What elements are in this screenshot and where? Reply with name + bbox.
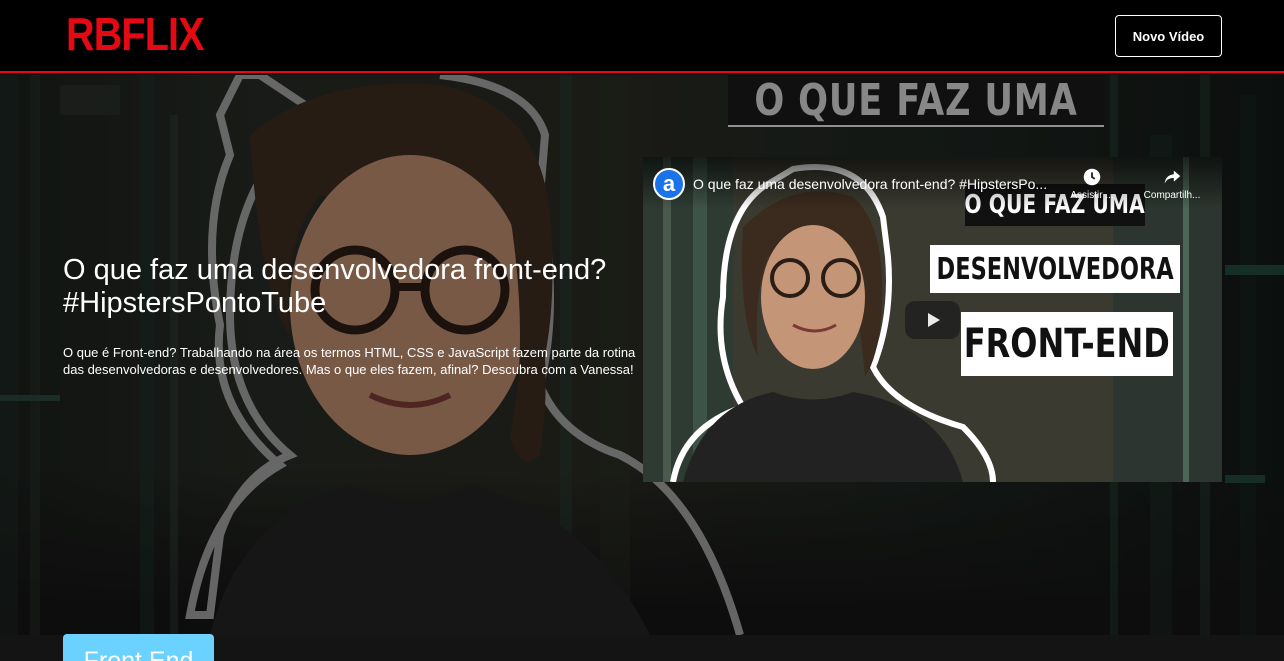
clock-icon <box>1083 168 1101 186</box>
top-navigation: RBFLIX Novo Vídeo <box>0 0 1284 73</box>
video-caption-3-text: FRONT-END <box>963 321 1171 367</box>
watch-later-label: Assistir ... <box>1070 190 1114 201</box>
rbflix-logo[interactable]: RBFLIX <box>66 8 205 60</box>
hero-description: O que é Front-end? Trabalhando na área o… <box>63 345 636 377</box>
share-label: Compartilh... <box>1143 190 1201 201</box>
watch-later-button[interactable]: Assistir ... <box>1057 166 1127 201</box>
video-caption-2: DESENVOLVEDORA <box>930 245 1180 293</box>
play-icon <box>927 313 940 327</box>
play-button[interactable] <box>905 301 960 339</box>
channel-avatar[interactable]: a <box>653 168 685 200</box>
share-button[interactable]: Compartilh... <box>1137 166 1207 201</box>
share-icon <box>1164 170 1181 184</box>
video-caption-2-text: DESENVOLVEDORA <box>936 251 1174 287</box>
category-button-front-end[interactable]: Front End <box>63 634 214 661</box>
new-video-button[interactable]: Novo Vídeo <box>1115 15 1222 57</box>
video-title-link[interactable]: O que faz uma desenvolvedora front-end? … <box>693 176 1063 192</box>
hero-title: O que faz uma desenvolvedora front-end? … <box>63 254 607 319</box>
video-player[interactable]: O QUE FAZ UMA DESENVOLVEDORA FRONT-END a… <box>643 157 1222 482</box>
video-caption-3: FRONT-END <box>961 312 1173 376</box>
